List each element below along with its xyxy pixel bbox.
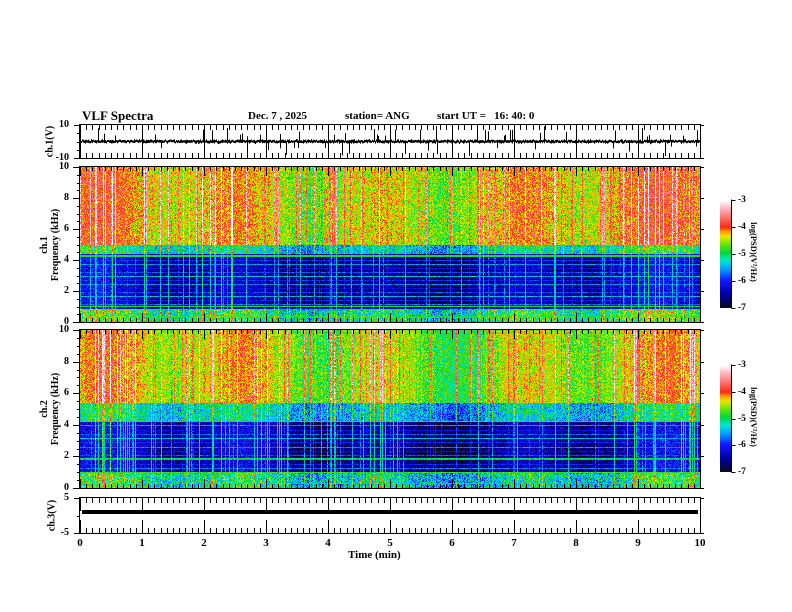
station-label: station= ANG <box>345 110 410 122</box>
y-tick-label: 6 <box>64 387 69 399</box>
y-tick-label: 2 <box>64 285 69 296</box>
x-tick-label: 1 <box>139 537 145 549</box>
ch1-waveform-plot <box>80 125 700 158</box>
x-tick-label: 4 <box>325 537 331 549</box>
vlf-spectra-plot: VLF Spectra Dec. 7 , 2025 station= ANG s… <box>0 0 792 612</box>
colorbar-tick-label: -6 <box>738 276 746 286</box>
x-tick-label: 9 <box>635 537 641 549</box>
colorbar-tick-label: -6 <box>738 440 746 451</box>
y-tick-label: -10 <box>55 152 69 163</box>
x-tick-label: 6 <box>449 537 455 549</box>
y-tick-label: 10 <box>59 324 69 335</box>
colorbar-tick-label: -3 <box>738 360 746 370</box>
colorbar-tick-label: -4 <box>738 222 746 232</box>
x-tick-label: 8 <box>573 537 579 549</box>
x-tick-label: 3 <box>263 537 269 549</box>
date-label: Dec. 7 , 2025 <box>248 110 307 122</box>
colorbar-tick-label: -7 <box>738 303 746 313</box>
time-axis-label: Time (min) <box>348 549 401 561</box>
colorbar-ch2 <box>720 365 731 472</box>
x-tick-label: 5 <box>387 537 393 549</box>
y-tick-label: 4 <box>64 418 69 430</box>
start-ut-label: start UT = 16: 40: 0 <box>437 110 535 122</box>
colorbar-tick-label: -5 <box>738 249 746 259</box>
x-tick-label: 2 <box>201 537 207 549</box>
y-tick-label: 2 <box>64 450 69 462</box>
page-title: VLF Spectra <box>82 108 154 123</box>
y-tick-label: 4 <box>64 254 69 265</box>
ch2-spectrogram-plot <box>80 330 700 488</box>
x-tick-label: 10 <box>694 537 706 549</box>
colorbar-tick-label: -3 <box>738 195 746 205</box>
ch1-frequency-axis-label: ch.1 Frequency (kHz) <box>39 208 61 282</box>
colorbar-tick-label: -7 <box>738 467 746 477</box>
colorbar-tick-label: -4 <box>738 386 746 397</box>
y-tick-label: 5 <box>64 492 69 503</box>
x-tick-label: 7 <box>511 537 517 549</box>
ch1-spectrogram-plot <box>80 167 700 322</box>
y-tick-label: 6 <box>64 223 69 234</box>
x-tick-label: 0 <box>77 537 83 549</box>
y-tick-label: -5 <box>60 527 69 538</box>
y-tick-label: 8 <box>64 355 69 367</box>
colorbar-tick-label: -5 <box>738 413 746 424</box>
y-tick-label: 10 <box>59 119 69 130</box>
y-tick-label: 8 <box>64 192 69 203</box>
colorbar-ch1 <box>720 200 731 308</box>
ch3-waveform-plot <box>80 498 700 533</box>
